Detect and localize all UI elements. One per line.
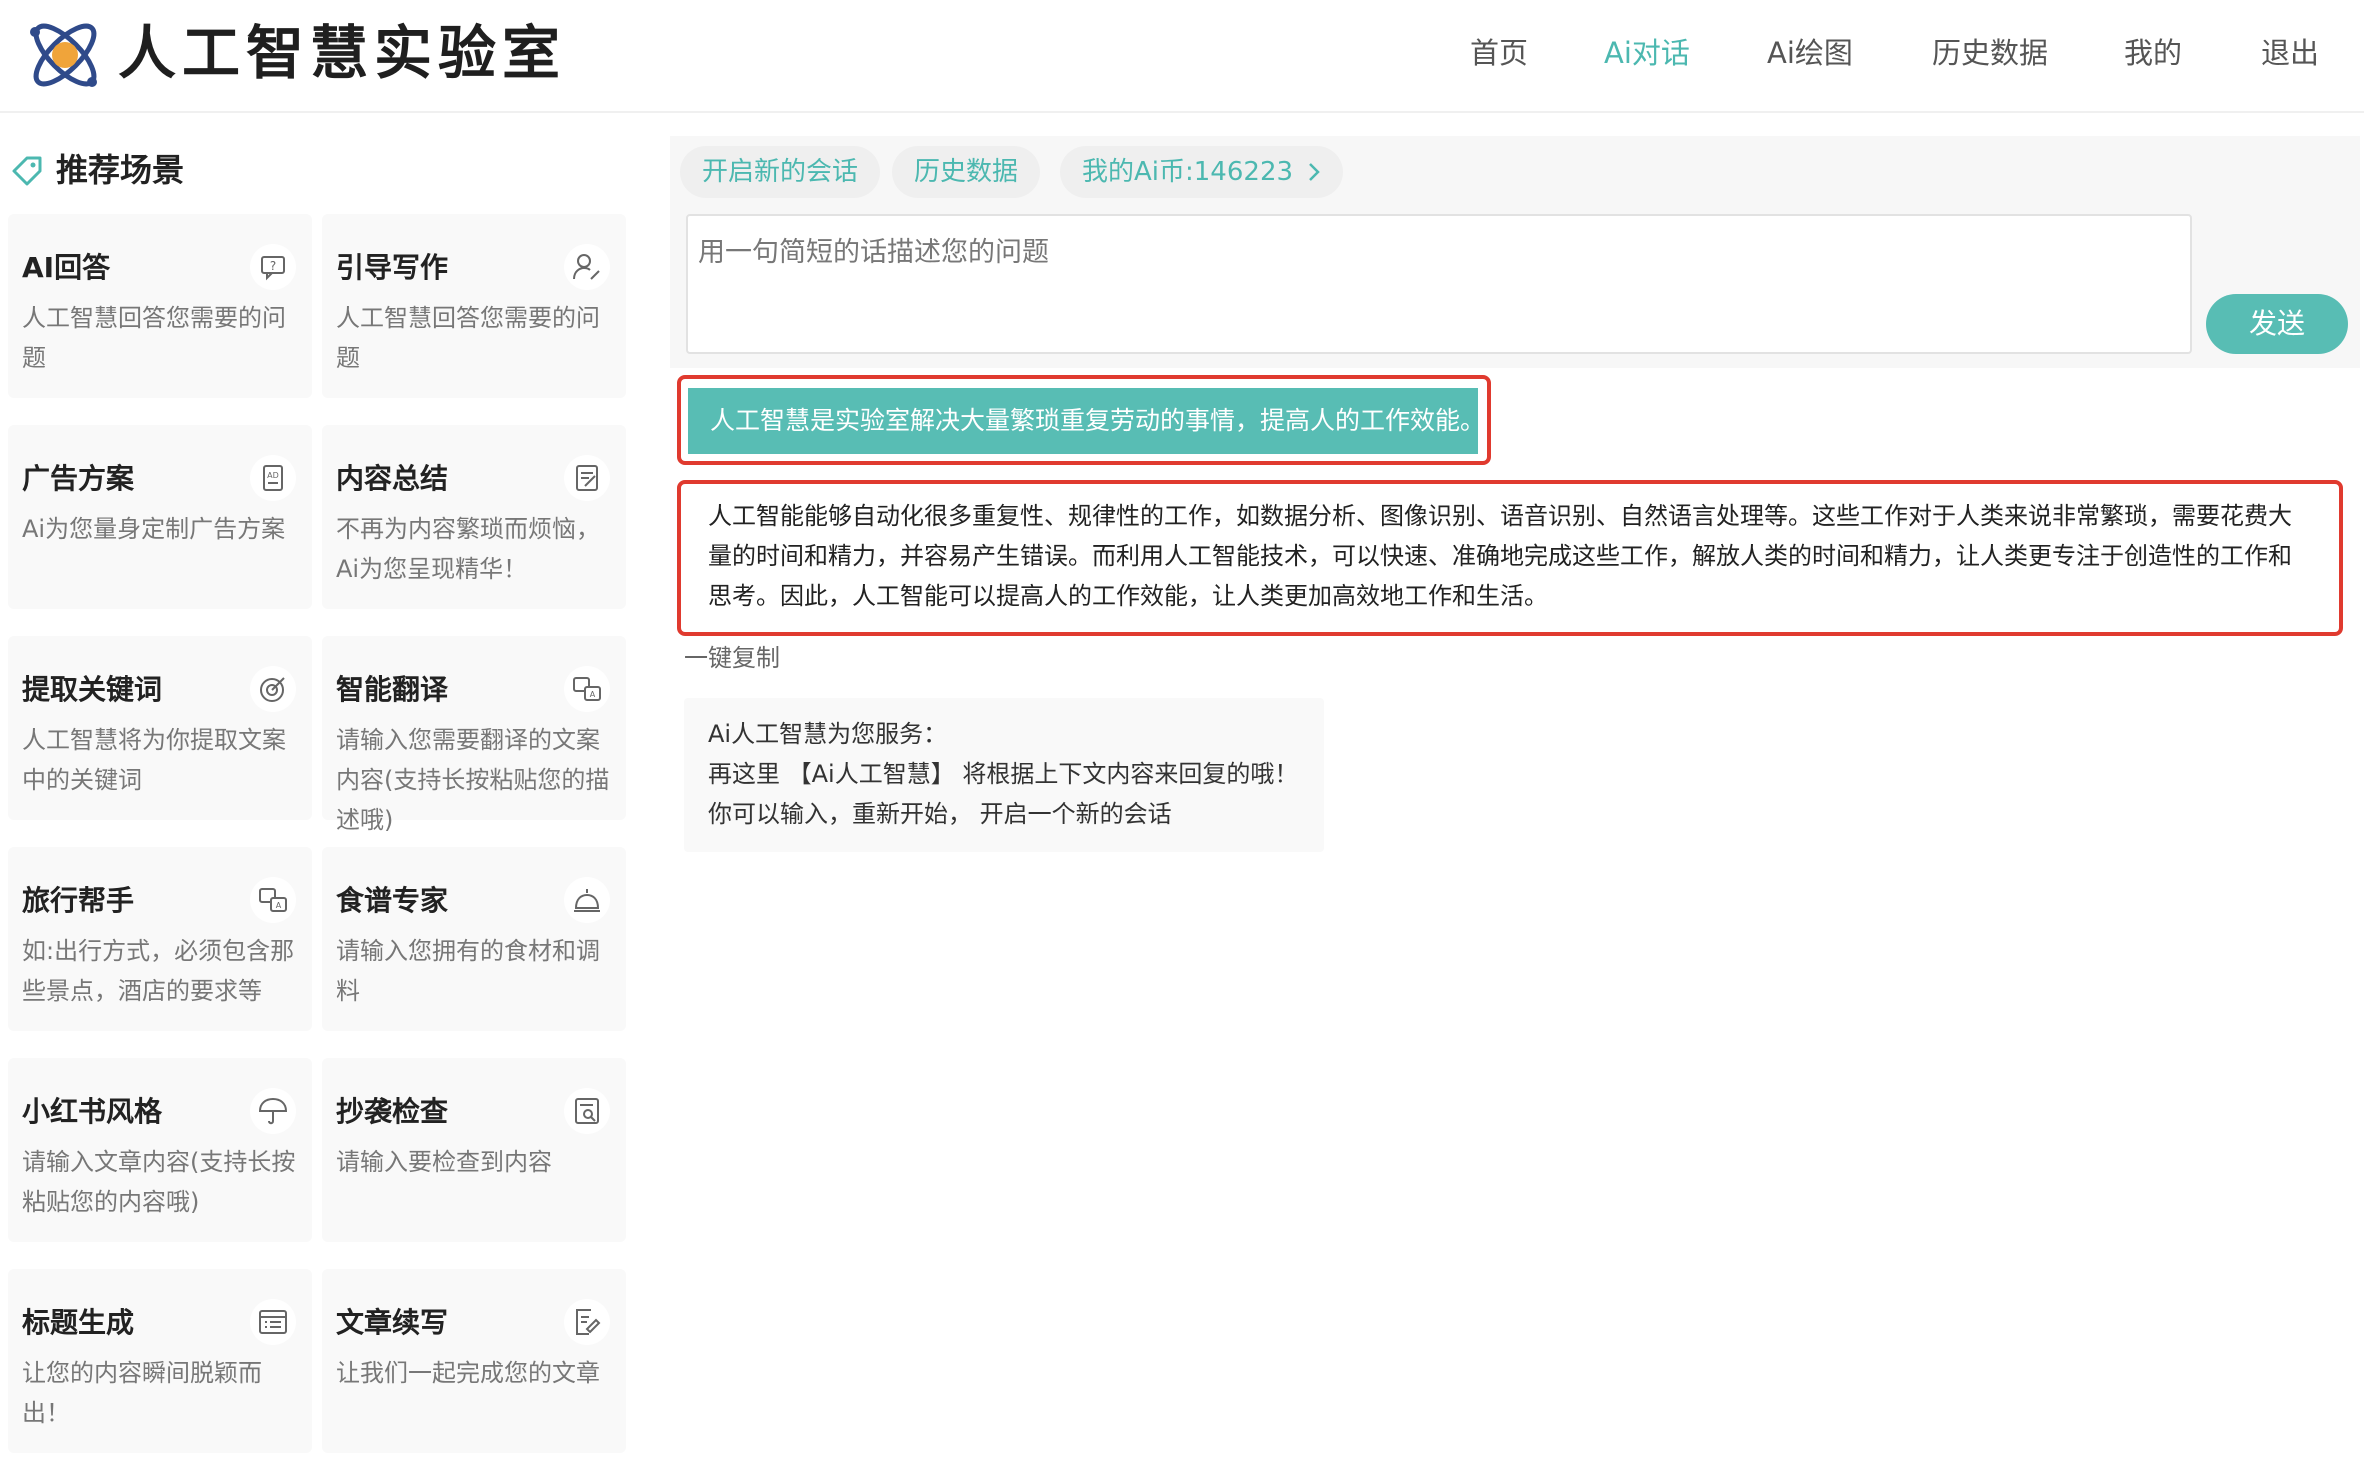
scenario-card-travel-helper[interactable]: 旅行帮手 如:出行方式，必须包含那些景点，酒店的要求等 A [8,847,312,1031]
nav-home[interactable]: 首页 [1470,28,1528,78]
card-title: AI回答 [22,251,111,284]
list-icon [250,1299,296,1345]
atom-logo-icon [30,23,97,87]
svg-text:A: A [276,901,282,910]
question-input[interactable] [686,214,2192,354]
user-pen-icon [564,244,610,290]
card-desc: 让我们一起完成您的文章 [336,1359,600,1387]
card-desc: 请输入要检查到内容 [336,1148,552,1176]
scenario-card-keyword-extract[interactable]: 提取关键词 人工智慧将为你提取文案中的关键词 [8,636,312,820]
copy-button[interactable]: 一键复制 [684,638,780,678]
svg-text:A: A [590,690,596,699]
card-desc: 请输入您拥有的食材和调料 [336,937,600,1005]
umbrella-icon [250,1088,296,1134]
ai-intro-line: Ai人工智慧为您服务： [708,720,948,748]
nav-ai-chat[interactable]: Ai对话 [1604,28,1690,78]
new-session-button[interactable]: 开启新的会话 [680,146,881,198]
send-button[interactable]: 发送 [2206,294,2348,354]
answer-line: 量的时间和精力，并容易产生错误。而利用人工智能技术，可以快速、准确地完成这些工作… [708,542,2292,570]
card-desc: 人工智慧回答您需要的问题 [22,304,286,372]
chevron-right-icon [1309,163,1320,181]
ai-answer-text: 人工智能能够自动化很多重复性、规律性的工作，如数据分析、图像识别、语音识别、自然… [708,496,2308,616]
card-desc: 如:出行方式，必须包含那些景点，酒店的要求等 [22,937,295,1005]
card-title: 标题生成 [22,1306,135,1339]
nav-history[interactable]: 历史数据 [1932,28,2048,78]
card-title: 抄袭检查 [336,1095,449,1128]
nav-ai-drawing[interactable]: Ai绘图 [1767,28,1853,78]
card-title: 旅行帮手 [22,884,135,917]
card-title: 引导写作 [336,251,449,284]
answer-line: 人工智能能够自动化很多重复性、规律性的工作，如数据分析、图像识别、语音识别、自然… [708,502,2292,530]
history-button[interactable]: 历史数据 [892,146,1041,198]
top-header: 人工智慧实验室 首页 Ai对话 Ai绘图 历史数据 我的 退出 [0,0,2364,113]
cloche-icon [564,877,610,923]
ad-doc-icon: AD [250,455,296,501]
scenario-card-translation[interactable]: 智能翻译 请输入您需要翻译的文案内容(支持长按粘贴您的描述哦) A [322,636,626,834]
nav-logout[interactable]: 退出 [2261,28,2319,78]
nav-mine[interactable]: 我的 [2124,28,2182,78]
card-desc: 请输入文章内容(支持长按粘贴您的内容哦) [22,1148,296,1216]
svg-text:AD: AD [267,471,279,480]
tag-icon [12,156,42,186]
ai-intro-line: 再这里 【Ai人工智慧】 将根据上下文内容来回复的哦！ [708,760,1299,788]
coins-button[interactable]: 我的Ai币:146223 [1060,146,1344,198]
scenario-card-title-gen[interactable]: 标题生成 让您的内容瞬间脱颖而出！ [8,1269,312,1453]
site-title: 人工智慧实验室 [118,19,567,87]
target-icon [250,666,296,712]
card-title: 内容总结 [336,462,449,495]
card-desc: Ai为您量身定制广告方案 [22,515,286,543]
scenario-card-xiaohongshu[interactable]: 小红书风格 请输入文章内容(支持长按粘贴您的内容哦) [8,1058,312,1242]
svg-text:?: ? [270,259,276,273]
card-title: 广告方案 [22,462,135,495]
doc-search-icon [564,1088,610,1134]
scenario-card-recipe-expert[interactable]: 食谱专家 请输入您拥有的食材和调料 [322,847,626,1031]
card-desc: 人工智慧回答您需要的问题 [336,304,600,372]
user-message-bubble: 人工智慧是实验室解决大量繁琐重复劳动的事情，提高人的工作效能。 [688,388,1485,454]
card-desc: 不再为内容繁琐而烦恼，Ai为您呈现精华！ [336,515,600,583]
card-desc: 人工智慧将为你提取文案中的关键词 [22,726,286,794]
answer-line: 思考。因此，人工智能可以提高人的工作效能，让人类更加高效地工作和生活。 [708,582,1548,610]
translate-icon: A [250,877,296,923]
chat-question-icon: ? [250,244,296,290]
scenario-card-guided-writing[interactable]: 引导写作 人工智慧回答您需要的问题 [322,214,626,398]
scenario-card-ad-plan[interactable]: 广告方案 Ai为您量身定制广告方案 AD [8,425,312,609]
card-title: 小红书风格 [22,1095,163,1128]
translate-icon: A [564,666,610,712]
card-title: 提取关键词 [22,673,163,706]
card-desc: 请输入您需要翻译的文案内容(支持长按粘贴您的描述哦) [336,726,610,834]
card-title: 食谱专家 [336,884,449,917]
card-title: 文章续写 [336,1306,449,1339]
coins-label: 我的Ai币:146223 [1082,157,1294,187]
scenario-card-article-continue[interactable]: 文章续写 让我们一起完成您的文章 [322,1269,626,1453]
card-title: 智能翻译 [336,673,449,706]
card-desc: 让您的内容瞬间脱颖而出！ [22,1359,262,1427]
sidebar-title: 推荐场景 [56,151,185,189]
doc-write-icon [564,1299,610,1345]
ai-intro-line: 你可以输入，重新开始， 开启一个新的会话 [708,800,1172,828]
scenario-card-plagiarism-check[interactable]: 抄袭检查 请输入要检查到内容 [322,1058,626,1242]
scenario-card-ai-answer[interactable]: AI回答 人工智慧回答您需要的问题 ? [8,214,312,398]
scenario-card-content-summary[interactable]: 内容总结 不再为内容繁琐而烦恼，Ai为您呈现精华！ [322,425,626,609]
doc-edit-icon [564,455,610,501]
